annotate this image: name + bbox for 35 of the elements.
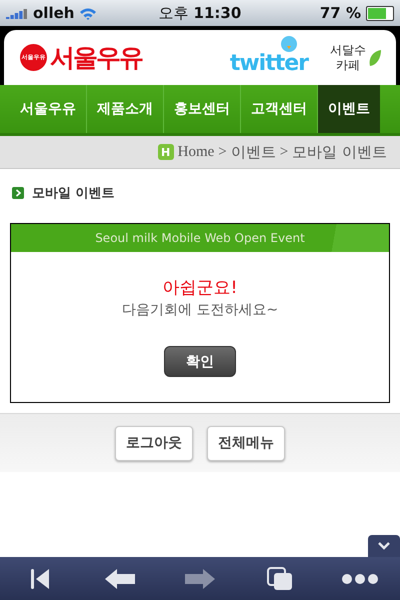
confirm-button[interactable]: 확인 xyxy=(164,346,236,377)
section-title: 모바일 이벤트 xyxy=(32,185,115,202)
more-icon[interactable] xyxy=(342,574,378,584)
event-banner: Seoul milk Mobile Web Open Event xyxy=(11,224,389,252)
status-time: 11:30 xyxy=(194,4,242,22)
nav-tab[interactable]: 서울우유 xyxy=(10,85,87,133)
result-headline: 아쉽군요! xyxy=(162,277,238,299)
breadcrumb-link[interactable]: 이벤트 xyxy=(230,142,276,162)
battery-icon xyxy=(366,6,394,20)
signal-icon xyxy=(6,8,28,18)
breadcrumb-separator: > xyxy=(280,144,288,160)
back-arrow-icon[interactable] xyxy=(104,568,136,590)
battery-percent: 77 % xyxy=(320,4,361,22)
breadcrumb-separator: > xyxy=(218,144,227,160)
bird-icon xyxy=(280,35,298,53)
breadcrumb-link[interactable]: Home xyxy=(178,144,214,160)
footer-button[interactable]: 전체메뉴 xyxy=(207,426,285,460)
nav-tab[interactable]: 홍보센터 xyxy=(164,85,241,133)
chevron-bullet-icon xyxy=(12,187,24,199)
result-message: 다음기회에 도전하세요~ xyxy=(122,301,278,319)
collapse-toolbar-button[interactable] xyxy=(368,535,400,557)
nav-tab[interactable]: 제품소개 xyxy=(87,85,164,133)
footer-button[interactable]: 로그아웃 xyxy=(115,426,193,460)
status-time: 오후 xyxy=(158,4,190,22)
nav-tab[interactable]: 이벤트 xyxy=(318,85,380,133)
pages-icon[interactable] xyxy=(267,566,293,590)
breadcrumb-current: 모바일 이벤트 xyxy=(292,142,387,162)
leaf-icon xyxy=(368,48,382,66)
chevron-down-icon xyxy=(378,542,390,550)
wifi-icon xyxy=(79,6,98,20)
carrier-name: olleh xyxy=(33,4,74,22)
brand-logo[interactable]: 서울우유 xyxy=(50,41,142,74)
cafe-logo[interactable]: 서달수 카페 xyxy=(330,43,366,72)
home-icon: H xyxy=(158,144,174,160)
skip-back-icon[interactable] xyxy=(28,568,52,590)
